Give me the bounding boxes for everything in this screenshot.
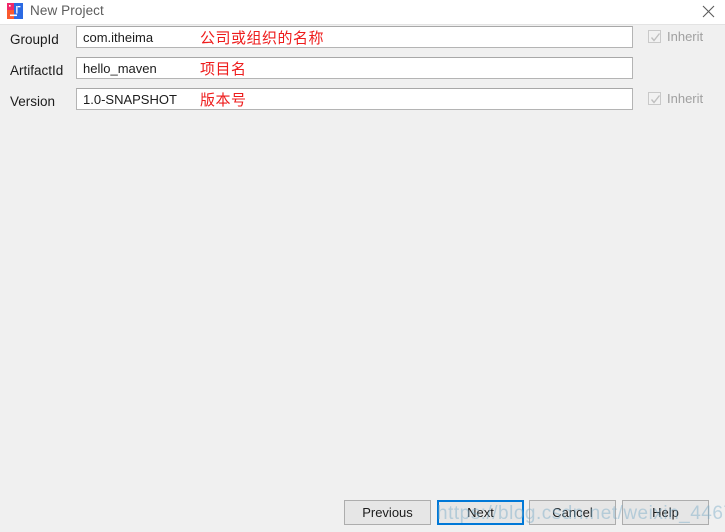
version-inherit-checkbox[interactable]	[648, 92, 661, 105]
form-row-version: Version 1.0-SNAPSHOT 版本号 Inherit	[0, 87, 725, 118]
version-inherit-group[interactable]: Inherit	[648, 91, 703, 106]
version-annotation: 版本号	[200, 91, 247, 109]
intellij-idea-icon	[7, 3, 23, 19]
version-inherit-label: Inherit	[667, 91, 704, 106]
title-bar: New Project	[0, 0, 725, 22]
next-button[interactable]: Next	[437, 500, 524, 525]
maven-coordinates-form: GroupId com.itheima 公司或组织的名称 Inherit Art…	[0, 25, 725, 118]
form-row-groupid: GroupId com.itheima 公司或组织的名称 Inherit	[0, 25, 725, 56]
groupid-value: com.itheima	[83, 30, 154, 45]
cancel-button[interactable]: Cancel	[529, 500, 616, 525]
version-value: 1.0-SNAPSHOT	[83, 92, 177, 107]
artifactid-label: ArtifactId	[10, 63, 64, 78]
dialog-footer: Previous Next Cancel Help	[0, 498, 725, 532]
groupid-inherit-label: Inherit	[667, 29, 704, 44]
form-row-artifactid: ArtifactId hello_maven 项目名	[0, 56, 725, 87]
help-button[interactable]: Help	[622, 500, 709, 525]
artifactid-annotation: 项目名	[200, 60, 247, 78]
groupid-inherit-checkbox[interactable]	[648, 30, 661, 43]
window-title: New Project	[30, 3, 104, 18]
previous-button[interactable]: Previous	[344, 500, 431, 525]
artifactid-value: hello_maven	[83, 61, 157, 76]
version-input[interactable]: 1.0-SNAPSHOT	[76, 88, 633, 110]
artifactid-input[interactable]: hello_maven	[76, 57, 633, 79]
version-label: Version	[10, 94, 56, 109]
groupid-label: GroupId	[10, 32, 59, 47]
groupid-input[interactable]: com.itheima	[76, 26, 633, 48]
groupid-inherit-group[interactable]: Inherit	[648, 29, 703, 44]
groupid-annotation: 公司或组织的名称	[200, 29, 325, 47]
close-icon[interactable]	[697, 1, 719, 21]
